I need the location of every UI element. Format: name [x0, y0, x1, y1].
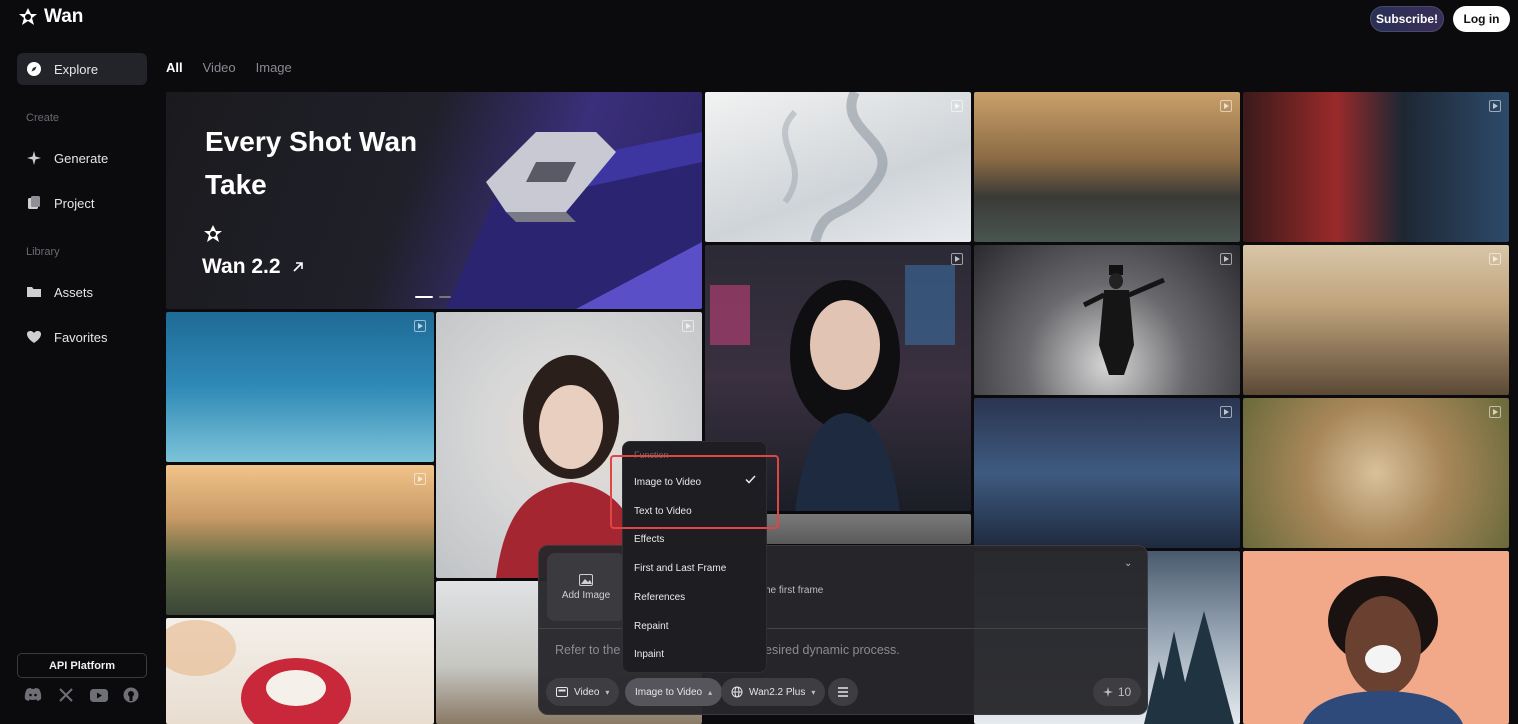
discord-icon[interactable] — [24, 686, 42, 704]
sidebar-item-label: Favorites — [54, 329, 108, 345]
lion-dance-thumbnail — [166, 620, 351, 724]
hero-title: Every Shot Wan Take — [205, 126, 418, 200]
heart-icon — [26, 329, 42, 345]
sidebar-item-label: Assets — [54, 284, 94, 300]
gallery-item[interactable] — [166, 618, 434, 724]
sidebar: Explore Create Generate Project Library … — [0, 36, 160, 724]
mode-select-label: Video — [574, 686, 600, 698]
video-play-icon — [951, 100, 963, 112]
menu-item-references[interactable]: References — [634, 592, 685, 603]
add-image-label: Add Image — [561, 589, 611, 601]
app-name: Wan — [44, 6, 84, 27]
menu-item-first-and-last-frame[interactable]: First and Last Frame — [634, 563, 726, 574]
subscribe-button[interactable]: Subscribe! — [1370, 6, 1444, 32]
video-play-icon — [1220, 253, 1232, 265]
model-select[interactable]: Wan2.2 Plus ▾ — [721, 678, 826, 706]
chevron-down-icon: ▾ — [605, 687, 610, 697]
sidebar-item-explore[interactable]: Explore — [17, 53, 147, 85]
carousel-dot[interactable] — [415, 296, 433, 298]
wan-logo-icon — [19, 8, 37, 25]
chevron-down-icon: ▾ — [811, 687, 816, 697]
login-button[interactable]: Log in — [1453, 6, 1510, 32]
gallery-item[interactable] — [1243, 398, 1509, 548]
app-logo[interactable]: Wan — [18, 6, 83, 28]
hero-3d-logo — [446, 132, 702, 309]
gallery-item[interactable] — [1243, 245, 1509, 395]
sidebar-item-project[interactable]: Project — [17, 187, 147, 219]
video-play-icon — [1220, 100, 1232, 112]
settings-button[interactable] — [828, 678, 858, 706]
tab-all[interactable]: All — [166, 60, 183, 75]
sidebar-item-generate[interactable]: Generate — [17, 142, 147, 174]
credits-count: 10 — [1117, 685, 1132, 699]
function-select-label: Image to Video — [635, 686, 703, 698]
api-platform-button[interactable]: API Platform — [17, 653, 147, 678]
image-icon — [579, 573, 593, 586]
ski-tracks-thumbnail — [782, 92, 888, 242]
first-frame-hint: he first frame — [765, 585, 824, 596]
gallery-item[interactable] — [166, 465, 434, 615]
content-filter-tabs: All Video Image — [166, 60, 292, 75]
video-play-icon — [1489, 253, 1501, 265]
menu-item-effects[interactable]: Effects — [634, 534, 664, 545]
model-select-label: Wan2.2 Plus — [749, 686, 806, 698]
video-play-icon — [1220, 406, 1232, 418]
carousel-dots[interactable] — [415, 296, 451, 298]
generate-button[interactable]: 10 — [1093, 678, 1141, 706]
youtube-icon[interactable] — [90, 686, 108, 704]
sidebar-item-label: Explore — [54, 61, 99, 77]
section-label-library: Library — [26, 246, 60, 258]
highlight-box — [610, 455, 779, 529]
sparkle-icon — [26, 150, 42, 166]
sidebar-item-assets[interactable]: Assets — [17, 276, 147, 308]
prompt-input-continuation: esired dynamic process. — [765, 643, 900, 657]
video-play-icon — [414, 320, 426, 332]
section-label-create: Create — [26, 112, 60, 124]
sidebar-item-favorites[interactable]: Favorites — [17, 321, 147, 353]
add-image-button[interactable]: Add Image — [547, 553, 625, 621]
gallery-item[interactable] — [974, 245, 1240, 395]
arrow-up-right-icon — [293, 262, 303, 272]
hero-banner[interactable]: Every Shot Wan Take Wan 2.2 — [166, 92, 702, 309]
video-play-icon — [1489, 100, 1501, 112]
menu-item-inpaint[interactable]: Inpaint — [634, 649, 664, 660]
sidebar-item-label: Generate — [54, 150, 109, 166]
video-play-icon — [1489, 406, 1501, 418]
compass-icon — [26, 61, 42, 77]
gallery-item[interactable] — [166, 312, 434, 462]
video-play-icon — [951, 253, 963, 265]
x-icon[interactable] — [57, 686, 75, 704]
chevron-down-icon[interactable]: ⌄ — [1124, 558, 1132, 569]
hero-version: Wan 2.2 — [202, 255, 281, 278]
chevron-up-icon: ▴ — [708, 687, 713, 697]
project-icon — [26, 195, 42, 211]
github-icon[interactable] — [122, 686, 140, 704]
wan-logo-icon — [204, 225, 222, 242]
gallery-item[interactable] — [1243, 92, 1509, 242]
mode-select[interactable]: Video ▾ — [546, 678, 620, 706]
carousel-dot[interactable] — [439, 296, 451, 298]
menu-item-repaint[interactable]: Repaint — [634, 621, 668, 632]
tab-image[interactable]: Image — [256, 60, 292, 75]
video-icon — [556, 687, 568, 697]
video-play-icon — [682, 320, 694, 332]
gallery-item[interactable] — [705, 92, 971, 242]
globe-icon — [731, 686, 743, 698]
gallery-item[interactable] — [974, 398, 1240, 548]
tab-video[interactable]: Video — [203, 60, 236, 75]
sparkle-icon — [1102, 687, 1113, 697]
hero-version-link[interactable]: Wan 2.2 — [202, 255, 305, 279]
laughing-man-thumbnail — [1303, 576, 1463, 724]
gallery-item[interactable] — [1243, 551, 1509, 724]
sidebar-item-label: Project — [54, 195, 95, 211]
gallery-item[interactable] — [974, 92, 1240, 242]
video-play-icon — [414, 473, 426, 485]
function-select[interactable]: Image to Video ▴ — [625, 678, 723, 706]
top-bar: Wan Subscribe! Log in — [0, 0, 1518, 36]
prompt-input[interactable]: Refer to the — [555, 643, 620, 657]
folder-icon — [26, 284, 42, 300]
dancer-thumbnail — [1082, 265, 1165, 375]
settings-lines-icon — [838, 687, 848, 697]
